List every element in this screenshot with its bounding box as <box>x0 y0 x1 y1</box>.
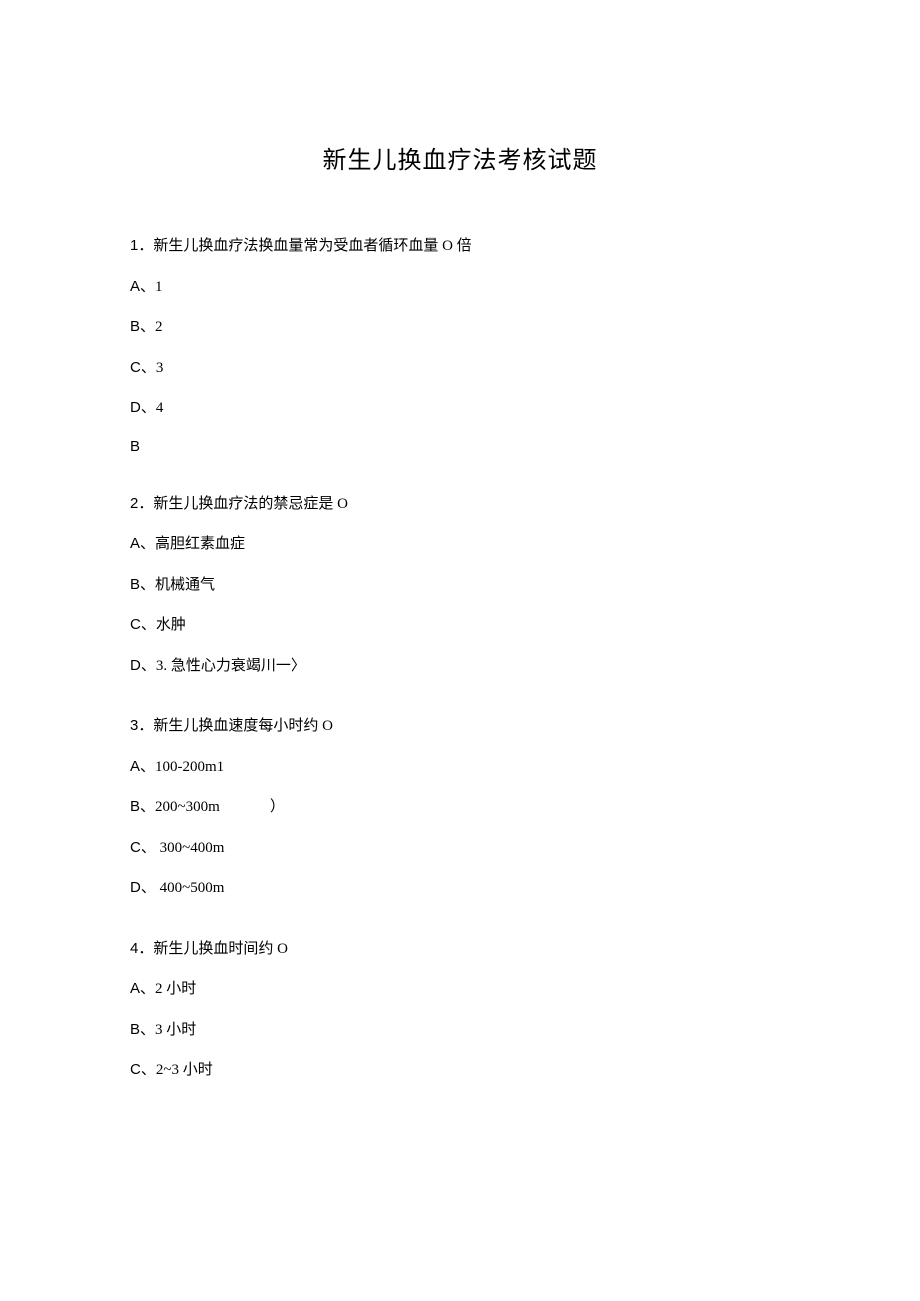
question-1: 1．新生儿换血疗法换血量常为受血者循环血量 O 倍 A、1 B、2 C、3 D、… <box>130 235 790 455</box>
paren-mark: ） <box>270 798 285 815</box>
question-text: 1．新生儿换血疗法换血量常为受血者循环血量 O 倍 <box>130 235 790 258</box>
answer: B <box>130 438 790 455</box>
question-text: 2．新生儿换血疗法的禁忌症是 O <box>130 493 790 516</box>
option-d: D、3. 急性心力衰竭川一〉 <box>130 655 790 678</box>
question-3: 3．新生儿换血速度每小时约 O A、100-200m1 B、200~300m） … <box>130 715 790 900</box>
option-b: B、2 <box>130 316 790 339</box>
option-d: D、 400~500m <box>130 877 790 900</box>
question-2: 2．新生儿换血疗法的禁忌症是 O A、高胆红素血症 B、机械通气 C、水肿 D、… <box>130 493 790 678</box>
option-c: C、水肿 <box>130 614 790 637</box>
question-stem: ．新生儿换血速度每小时约 O <box>138 718 333 734</box>
question-stem: ．新生儿换血疗法的禁忌症是 O <box>138 496 348 512</box>
question-4: 4．新生儿换血时间约 O A、2 小时 B、3 小时 C、2~3 小时 <box>130 938 790 1082</box>
option-a: A、100-200m1 <box>130 756 790 779</box>
option-c: C、 300~400m <box>130 837 790 860</box>
question-stem: ．新生儿换血时间约 O <box>138 941 288 957</box>
option-c: C、2~3 小时 <box>130 1059 790 1082</box>
option-b: B、机械通气 <box>130 574 790 597</box>
question-stem: ．新生儿换血疗法换血量常为受血者循环血量 O 倍 <box>138 238 471 254</box>
option-a: A、1 <box>130 276 790 299</box>
question-text: 3．新生儿换血速度每小时约 O <box>130 715 790 738</box>
option-a: A、高胆红素血症 <box>130 533 790 556</box>
option-d: D、4 <box>130 397 790 420</box>
option-b: B、200~300m） <box>130 796 790 819</box>
option-b: B、3 小时 <box>130 1019 790 1042</box>
page-title: 新生儿换血疗法考核试题 <box>130 140 790 175</box>
option-a: A、2 小时 <box>130 978 790 1001</box>
option-c: C、3 <box>130 357 790 380</box>
question-text: 4．新生儿换血时间约 O <box>130 938 790 961</box>
